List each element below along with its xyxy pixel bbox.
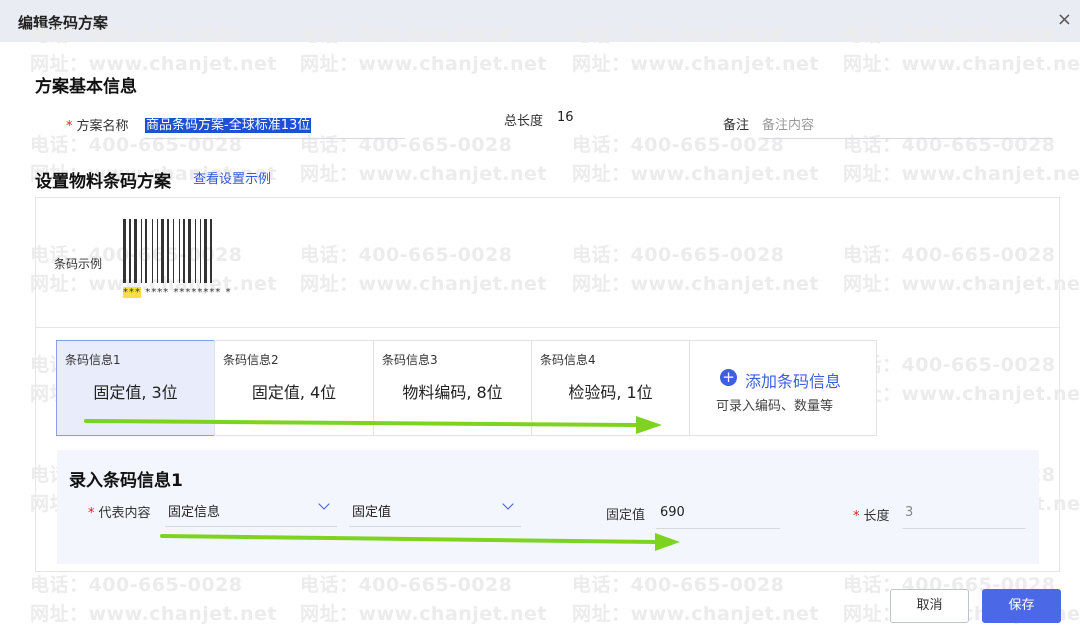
watermark-site: 网址：www.chanjet.net [843,53,1080,75]
remark-underline [762,138,1052,139]
watermark-phone: 电话：400-665-0028 [300,574,513,596]
content-label: * 代表内容 [88,506,151,521]
watermark-phone: 电话：400-665-0028 [30,134,243,156]
save-button[interactable]: 保存 [982,589,1061,623]
barcode-bar [204,219,207,283]
basic-info-heading: 方案基本信息 [35,77,137,97]
segment-title: 条码信息2 [223,353,279,367]
close-icon[interactable]: × [1057,9,1072,30]
segment-card-2[interactable]: 条码信息2 固定值, 4位 [214,340,374,436]
scheme-name-underline [145,138,405,139]
barcode-bar [200,219,201,283]
remark-label: 备注 [723,118,750,133]
content-subtype-select[interactable]: 固定值 [352,501,391,520]
barcode-bar [183,219,185,283]
add-segment-label: 添加条码信息 [745,372,842,391]
cancel-button[interactable]: 取消 [890,589,969,623]
barcode-bar [173,219,174,283]
barcode-digits-rest: **** ******** * [145,287,232,298]
fixed-value-label: 固定值 [606,508,646,523]
segment-summary: 检验码, 1位 [568,383,653,402]
length-input[interactable]: 3 [905,505,913,520]
segment-summary: 物料编码, 8位 [402,383,503,402]
length-label: * 长度 [853,509,890,524]
barcode-image [123,219,233,283]
segment-title: 条码信息4 [540,353,596,367]
segment-summary: 固定值, 4位 [251,383,337,402]
barcode-digits: *** **** ******** * [123,287,232,298]
barcode-bar [145,219,147,283]
barcode-bar [179,219,180,283]
segment-card-1[interactable]: 条码信息1 固定值, 3位 [56,340,215,436]
barcode-bar [210,219,212,283]
watermark-site: 网址：www.chanjet.net [300,603,547,625]
content-subtype-underline [349,526,521,527]
watermark-site: 网址：www.chanjet.net [572,53,819,75]
scheme-name-input[interactable]: 商品条码方案-全球标准13位 [145,114,312,133]
watermark-phone: 电话：400-665-0028 [843,134,1056,156]
watermark-site: 网址：www.chanjet.net [30,603,277,625]
watermark-site: 网址：www.chanjet.net [572,163,819,185]
fixed-value-input[interactable]: 690 [660,505,685,520]
watermark-phone: 电话：400-665-0028 [572,574,785,596]
plus-circle-icon: + [720,369,737,386]
segment-card-4[interactable]: 条码信息4 检验码, 1位 [531,340,690,436]
length-underline [902,528,1026,529]
watermark-phone: 电话：400-665-0028 [300,134,513,156]
content-type-underline [165,526,337,527]
panel-divider [35,327,1060,328]
barcode-bar [195,219,196,283]
segment-summary: 固定值, 3位 [93,383,178,402]
watermark-site: 网址：www.chanjet.net [572,603,819,625]
dialog-titlebar [0,0,1080,42]
scheme-name-label: * 方案名称 [66,119,129,134]
watermark-site: 网址：www.chanjet.net [843,163,1080,185]
total-length-value: 16 [557,110,574,125]
barcode-bar [129,219,131,283]
barcode-digits-highlight: *** [123,287,141,298]
segment-title: 条码信息1 [65,353,121,367]
watermark-phone: 电话：400-665-0028 [30,574,243,596]
barcode-bar [123,219,126,283]
barcode-bar [157,219,158,283]
watermark-phone: 电话：400-665-0028 [572,134,785,156]
fixed-value-underline [656,528,780,529]
segment-entry-heading: 录入条码信息1 [69,471,183,491]
dialog-title: 编辑条码方案 [18,14,109,32]
barcode-bar [167,219,169,283]
barcode-bar [152,219,153,283]
add-segment-button[interactable]: + 添加条码信息 可录入编码、数量等 [689,340,877,436]
barcode-bar [134,219,137,283]
view-example-link[interactable]: 查看设置示例 [193,168,271,187]
segment-title: 条码信息3 [382,353,438,367]
total-length-label: 总长度 [504,114,544,129]
add-segment-hint: 可录入编码、数量等 [716,399,834,414]
content-type-select[interactable]: 固定信息 [168,501,220,520]
barcode-example-label: 条码示例 [54,257,103,271]
watermark-site: 网址：www.chanjet.net [300,53,547,75]
remark-input[interactable]: 备注内容 [762,114,814,133]
barcode-setup-heading: 设置物料条码方案 [35,172,171,192]
barcode-bar [161,219,164,283]
segment-card-3[interactable]: 条码信息3 物料编码, 8位 [373,340,532,436]
barcode-bar [141,219,142,283]
barcode-bar [188,219,191,283]
watermark-site: 网址：www.chanjet.net [300,163,547,185]
